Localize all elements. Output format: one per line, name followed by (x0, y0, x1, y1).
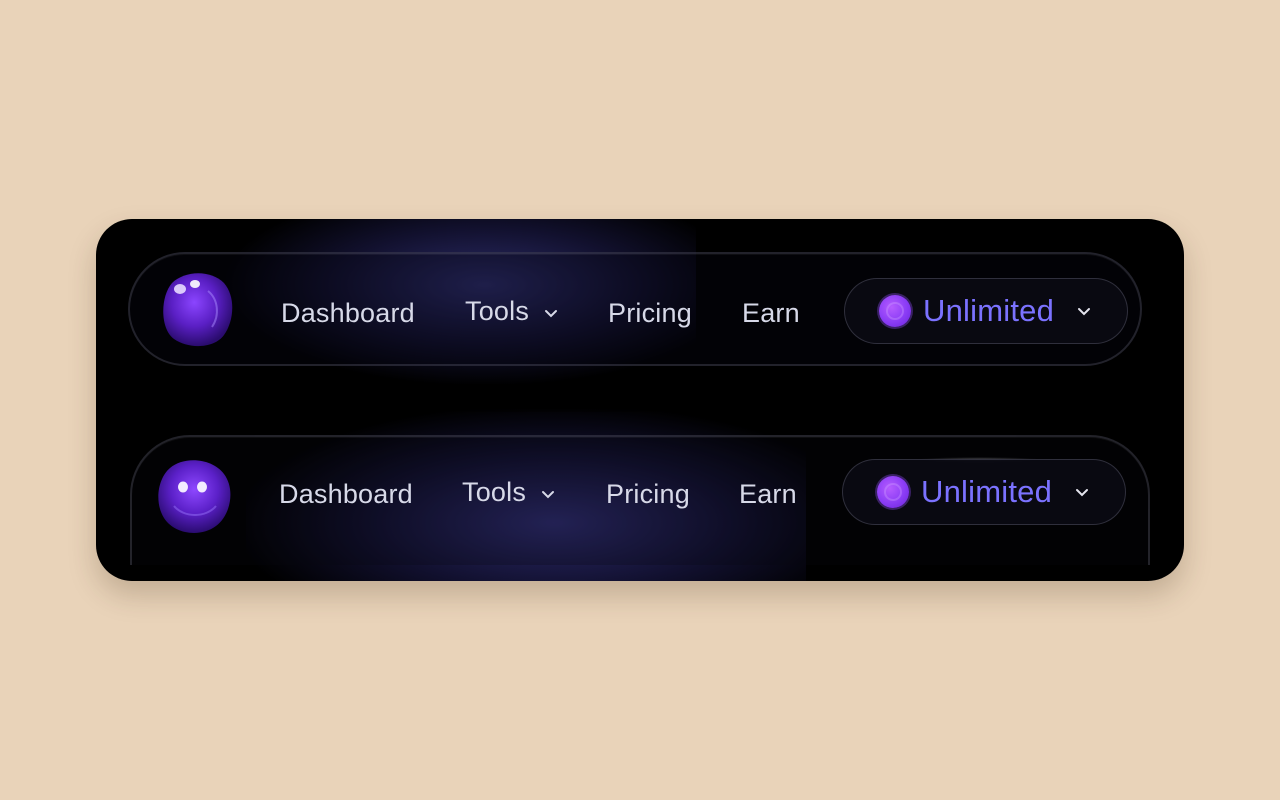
purple-coin-icon (877, 476, 909, 508)
chevron-down-icon (1076, 489, 1088, 497)
purple-orb-face-logo-icon[interactable] (154, 456, 231, 534)
chevron-down-icon[interactable] (541, 490, 555, 500)
plan-label: Unlimited (923, 293, 1055, 328)
chevron-down-icon[interactable] (544, 309, 558, 319)
divider-shadow (206, 384, 906, 412)
navbar-variant-1: Dashboard Tools Pricing Earn Unlimited (128, 252, 1142, 366)
nav-link-pricing[interactable]: Pricing (606, 479, 690, 510)
purple-coin-icon (879, 295, 911, 327)
nav-link-earn[interactable]: Earn (739, 479, 797, 510)
nav-link-pricing[interactable]: Pricing (608, 298, 692, 329)
plan-label: Unlimited (921, 474, 1053, 509)
nav-link-dashboard[interactable]: Dashboard (281, 298, 415, 329)
plan-selector-button[interactable]: Unlimited (844, 278, 1128, 344)
navbar-showcase-card: Dashboard Tools Pricing Earn Unlimited D… (96, 219, 1184, 581)
plan-selector-button[interactable]: Unlimited (842, 459, 1126, 525)
navbar-variant-2: Dashboard Tools Pricing Earn Unlimited (130, 435, 1150, 565)
nav-link-tools[interactable]: Tools (465, 296, 529, 327)
purple-orb-logo-icon[interactable] (158, 269, 234, 347)
chevron-down-icon (1078, 308, 1090, 316)
nav-link-dashboard[interactable]: Dashboard (279, 479, 413, 510)
nav-link-earn[interactable]: Earn (742, 298, 800, 329)
nav-link-tools[interactable]: Tools (462, 477, 526, 508)
